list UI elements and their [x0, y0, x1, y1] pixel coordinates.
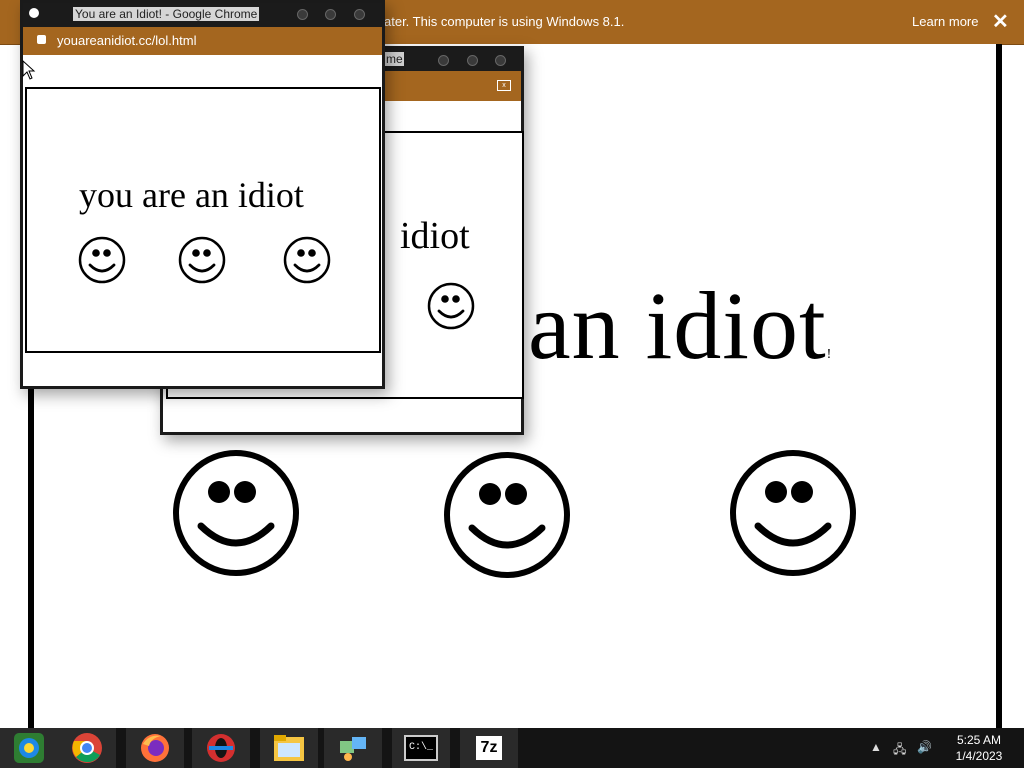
address-bar[interactable]: youareanidiot.cc/lol.html: [23, 27, 382, 55]
volume-icon[interactable]: 🔊: [917, 740, 932, 754]
smiley-icon: [78, 236, 126, 284]
smiley-icon: [29, 8, 39, 18]
smiley-icon: [178, 236, 226, 284]
smiley-icon: [730, 450, 856, 576]
close-button[interactable]: [354, 9, 365, 20]
clock-time: 5:25 AM: [956, 733, 1002, 747]
page-heading: an idiot!: [528, 272, 833, 379]
window-title: me: [385, 52, 404, 66]
windows-media-center-icon[interactable]: [0, 728, 58, 768]
smiley-icon: [427, 282, 475, 330]
show-hidden-icons-button[interactable]: ▲: [870, 740, 882, 754]
close-notification-button[interactable]: ✕: [992, 9, 1009, 34]
smiley-icon: [173, 450, 299, 576]
chrome-icon[interactable]: [58, 728, 116, 768]
file-explorer-icon[interactable]: [260, 728, 318, 768]
window-icon: x: [497, 80, 511, 91]
minimize-button[interactable]: [297, 9, 308, 20]
url-field[interactable]: youareanidiot.cc/lol.html: [57, 33, 196, 48]
smiley-icon: [444, 452, 570, 578]
page-heading: idiot: [400, 215, 470, 257]
minimize-button[interactable]: [438, 55, 449, 66]
taskbar: C:\_ 7z ▲ 🖧 🔊 5:25 AM 1/4/2023: [0, 728, 1024, 768]
clock-date: 1/4/2023: [955, 749, 1003, 763]
window-titlebar[interactable]: You are an Idiot! - Google Chrome: [23, 3, 382, 27]
firefox-icon[interactable]: [126, 728, 184, 768]
notification-message: ater. This computer is using Windows 8.1…: [384, 14, 625, 29]
system-clock[interactable]: 5:25 AM 1/4/2023: [944, 732, 1014, 764]
mouse-cursor-icon: [22, 60, 36, 80]
network-status-icon[interactable]: 🖧: [893, 740, 906, 761]
page-frame: you are an idiot: [25, 87, 381, 353]
maximize-button[interactable]: [467, 55, 478, 66]
popup-window-front[interactable]: You are an Idiot! - Google Chrome youare…: [20, 0, 385, 389]
smiley-icon: [283, 236, 331, 284]
lock-icon: [37, 35, 46, 44]
window-title: You are an Idiot! - Google Chrome: [73, 7, 260, 21]
maximize-button[interactable]: [325, 9, 336, 20]
learn-more-link[interactable]: Learn more: [912, 14, 978, 29]
opera-icon[interactable]: [192, 728, 250, 768]
cmd-icon[interactable]: C:\_: [392, 728, 450, 768]
close-button[interactable]: [495, 55, 506, 66]
page-heading: you are an idiot: [79, 175, 304, 215]
7zip-icon[interactable]: 7z: [460, 728, 518, 768]
network-icon[interactable]: [324, 728, 382, 768]
